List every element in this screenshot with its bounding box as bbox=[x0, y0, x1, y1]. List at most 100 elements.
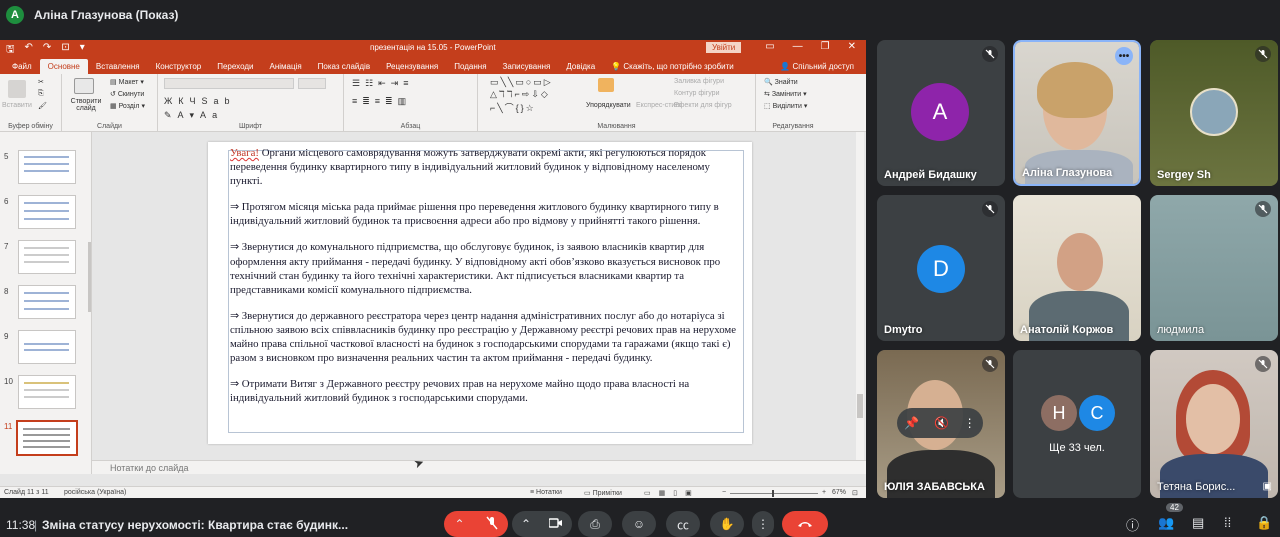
language-indicator[interactable]: російська (Україна) bbox=[64, 489, 126, 496]
shapes-gallery-row3[interactable]: ⌐╲⌒{}☆ bbox=[490, 101, 536, 114]
font-family-select[interactable] bbox=[164, 78, 294, 89]
share-button[interactable]: 👤 Спільний доступ bbox=[780, 62, 854, 71]
mic-off-icon bbox=[982, 46, 998, 62]
reactions-button[interactable]: ☺ bbox=[622, 511, 656, 537]
thumb-number: 5 bbox=[4, 152, 9, 161]
paste-icon[interactable] bbox=[8, 80, 26, 98]
thumbnail-scroll-thumb[interactable] bbox=[88, 242, 91, 312]
font-color-icons[interactable]: ✎A▾Aa bbox=[164, 110, 223, 121]
format-painter-icon[interactable]: 🖌 bbox=[38, 102, 47, 110]
participant-tile-speaking[interactable]: ••• Аліна Глазунова bbox=[1013, 40, 1141, 186]
zoom-out-icon[interactable]: − bbox=[722, 489, 726, 496]
tab-insert[interactable]: Вставлення bbox=[88, 59, 148, 74]
shape-effects-label[interactable]: Ефекти для фігур bbox=[674, 102, 732, 109]
mute-icon[interactable]: 🔇 bbox=[934, 416, 949, 430]
slide-paragraph-3: ⇒ Звернутися до комунального підприємств… bbox=[230, 241, 721, 296]
participant-tile[interactable]: людмила bbox=[1150, 195, 1278, 341]
info-icon[interactable]: ⓘ bbox=[1126, 515, 1139, 534]
more-participants-tile[interactable]: Н С Ще 33 чел. bbox=[1013, 350, 1141, 498]
activities-icon[interactable]: ⁞⁞ bbox=[1224, 515, 1231, 530]
arrange-icon[interactable] bbox=[598, 78, 614, 92]
thumbnail-slide-9[interactable]: 9 bbox=[0, 330, 91, 372]
participant-tile[interactable]: D Dmytro bbox=[877, 195, 1005, 341]
tab-design[interactable]: Конструктор bbox=[148, 59, 210, 74]
notes-pane[interactable]: Нотатки до слайда bbox=[92, 460, 866, 474]
minimize-icon[interactable]: — bbox=[793, 41, 803, 52]
participant-tile[interactable]: A Андрей Бидашку bbox=[877, 40, 1005, 186]
view-buttons[interactable]: ▭▦▯▣ bbox=[644, 489, 700, 497]
layout-button[interactable]: ▤ Макет ▾ bbox=[110, 78, 144, 86]
mic-toggle-button[interactable]: ⌃ bbox=[444, 511, 508, 537]
new-slide-icon[interactable] bbox=[74, 78, 94, 94]
comments-toggle[interactable]: ▭ Примітки bbox=[584, 489, 622, 497]
thumbnail-slide-5[interactable]: 5 bbox=[0, 150, 91, 192]
more-vert-icon[interactable]: ⋮ bbox=[964, 416, 976, 430]
pin-icon[interactable]: 📌 bbox=[904, 416, 919, 430]
camera-toggle-button[interactable]: ⌃ bbox=[512, 511, 572, 537]
participant-tile[interactable]: Sergey Sh bbox=[1150, 40, 1278, 186]
find-button[interactable]: 🔍 Знайти bbox=[764, 78, 798, 86]
thumbnail-slide-10[interactable]: 10 bbox=[0, 375, 91, 417]
chevron-up-icon[interactable]: ⌃ bbox=[521, 517, 531, 531]
participant-tile[interactable]: 📌 🔇 ⋮ ЮЛІЯ ЗАБАВСЬКА bbox=[877, 350, 1005, 498]
tab-animations[interactable]: Анімація bbox=[261, 59, 309, 74]
thumbnail-scrollbar[interactable] bbox=[88, 132, 91, 474]
tab-view[interactable]: Подання bbox=[446, 59, 494, 74]
tab-recording[interactable]: Записування bbox=[495, 59, 559, 74]
slide-scroll-thumb[interactable] bbox=[857, 394, 863, 418]
lock-icon[interactable]: 🔒 bbox=[1256, 515, 1272, 531]
tab-file[interactable]: Файл bbox=[4, 59, 40, 74]
tab-slideshow[interactable]: Показ слайдів bbox=[310, 59, 378, 74]
captions-button[interactable]: ㏄ bbox=[666, 511, 700, 537]
people-icon[interactable]: 👥 bbox=[1158, 515, 1174, 531]
copy-icon[interactable]: ⎘ bbox=[38, 90, 44, 98]
fit-slide-icon[interactable]: ⊡ bbox=[852, 489, 858, 497]
participant-tile[interactable]: Тетяна Борис... ▣ bbox=[1150, 350, 1278, 498]
ribbon-display-icon[interactable]: ▭ bbox=[765, 41, 774, 52]
thumbnail-slide-7[interactable]: 7 bbox=[0, 240, 91, 282]
shape-outline-label[interactable]: Контур фігури bbox=[674, 90, 719, 97]
replace-button[interactable]: ⇆ Замінити ▾ bbox=[764, 90, 807, 98]
current-slide[interactable]: Увага! Органи місцевого самоврядування м… bbox=[208, 142, 752, 444]
shapes-gallery[interactable]: ▭╲╲▭○▭▷ bbox=[490, 77, 553, 88]
close-icon[interactable]: ✕ bbox=[848, 41, 856, 52]
zoom-in-icon[interactable]: + bbox=[822, 489, 826, 496]
notes-toggle[interactable]: ≡ Нотатки bbox=[530, 489, 562, 496]
thumbnail-slide-11[interactable]: 11 bbox=[0, 420, 91, 462]
zoom-slider[interactable] bbox=[730, 493, 818, 494]
zoom-level[interactable]: 67% bbox=[832, 489, 846, 496]
tell-me-search[interactable]: 💡 Скажіть, що потрібно зробити bbox=[603, 59, 742, 74]
avatar: A bbox=[911, 83, 969, 141]
select-button[interactable]: ⬚ Виділити ▾ bbox=[764, 102, 807, 110]
font-size-select[interactable] bbox=[298, 78, 326, 89]
presenter-bar: A Аліна Глазунова (Показ) bbox=[0, 0, 1280, 30]
chevron-up-icon[interactable]: ⌃ bbox=[454, 517, 464, 531]
leave-call-button[interactable] bbox=[782, 511, 828, 537]
section-button[interactable]: ▦ Розділ ▾ bbox=[110, 102, 145, 110]
new-slide-label[interactable]: Створити слайд bbox=[68, 98, 104, 112]
tab-transitions[interactable]: Переходи bbox=[209, 59, 261, 74]
list-icons[interactable]: ☰☷⇤⇥≡ bbox=[352, 78, 413, 89]
maximize-icon[interactable]: ❐ bbox=[821, 41, 830, 52]
shapes-gallery-row2[interactable]: △ℸℸ⌐⇨⇩◇ bbox=[490, 89, 550, 100]
tab-help[interactable]: Довідка bbox=[558, 59, 603, 74]
arrange-label[interactable]: Упорядкувати bbox=[586, 102, 631, 109]
align-icons[interactable]: ≡≣≡≣▥ bbox=[352, 96, 411, 107]
more-options-icon[interactable]: ••• bbox=[1115, 47, 1133, 65]
signin-button[interactable]: Увійти bbox=[706, 42, 742, 53]
more-options-button[interactable]: ⋮ bbox=[752, 511, 774, 537]
shape-fill-label[interactable]: Заливка фігури bbox=[674, 78, 724, 85]
raise-hand-button[interactable]: ✋ bbox=[710, 511, 744, 537]
thumbnail-slide-8[interactable]: 8 bbox=[0, 285, 91, 327]
chat-icon[interactable]: ▤ bbox=[1192, 515, 1204, 531]
tab-home[interactable]: Основне bbox=[39, 59, 88, 74]
thumbnail-slide-6[interactable]: 6 bbox=[0, 195, 91, 237]
font-format-icons[interactable]: ЖКЧSab bbox=[164, 96, 236, 106]
slide-scrollbar[interactable] bbox=[856, 132, 864, 474]
reset-button[interactable]: ↺ Скинути bbox=[110, 90, 144, 98]
zoom-slider-thumb[interactable] bbox=[772, 490, 774, 497]
participant-tile[interactable]: Анатолій Коржов bbox=[1013, 195, 1141, 341]
cut-icon[interactable]: ✂ bbox=[38, 78, 44, 86]
present-button[interactable]: ⎙ bbox=[578, 511, 612, 537]
tab-review[interactable]: Рецензування bbox=[378, 59, 446, 74]
